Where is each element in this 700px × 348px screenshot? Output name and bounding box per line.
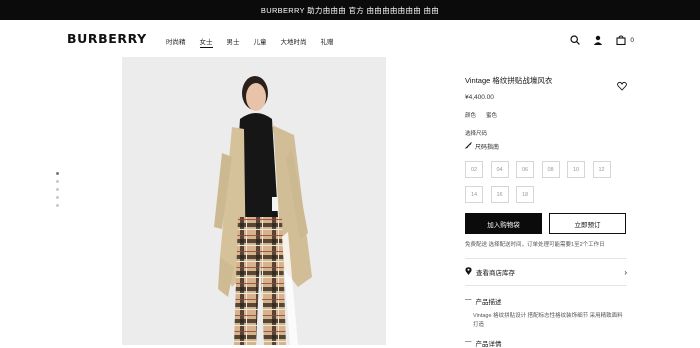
bag-icon[interactable] [615,34,627,46]
gallery-dot[interactable] [56,172,59,175]
nav-item-men[interactable]: 男士 [227,36,240,48]
size-option[interactable]: 08 [541,161,560,178]
reserve-button[interactable]: 立即预订 [549,213,626,234]
bag-count: 0 [630,36,634,44]
nav-item-trending[interactable]: 时尚精 [166,36,186,48]
main-nav: 时尚精 女士 男士 儿童 大地时尚 礼赠 [166,36,348,48]
size-label: 选择尺码 [465,131,488,137]
size-option[interactable]: 04 [490,161,509,178]
nav-item-earth[interactable]: 大地时尚 [281,36,307,48]
size-option[interactable]: 18 [516,186,534,203]
divider [465,285,627,286]
account-icon[interactable] [592,34,604,46]
site-header: BURBERRY 时尚精 女士 男士 儿童 大地时尚 礼赠 0 [0,20,700,58]
size-guide-label: 尺码指南 [475,145,500,151]
action-buttons: 加入购物袋 立即预订 [465,213,627,234]
color-row: 颜色 蜜色 [465,111,627,119]
product-panel: Vintage 格纹拼贴战壕风衣 ¥4,400.00 颜色 蜜色 选择尺码 尺码… [465,75,627,348]
nav-item-women[interactable]: 女士 [199,36,213,48]
location-pin-icon [465,267,472,277]
brand-logo[interactable]: BURBERRY [67,31,147,46]
divider [465,258,627,259]
minus-icon: — [465,296,472,303]
product-price: ¥4,400.00 [465,94,494,101]
details-title: 产品详情 [475,341,502,348]
color-value: 蜜色 [486,113,498,119]
chevron-right-icon: › [624,267,627,277]
announcement-text: BURBERRY 助力由由由 官方 由由由由由由由 由由 [260,5,440,15]
announcement-bar: BURBERRY 助力由由由 官方 由由由由由由由 由由 [0,0,700,20]
nav-item-children[interactable]: 儿童 [254,36,267,48]
store-availability-link[interactable]: 查看商店库存 › [465,267,627,277]
accordion-description[interactable]: — 产品描述 [465,296,627,306]
add-to-bag-button[interactable]: 加入购物袋 [465,213,542,234]
size-option[interactable]: 06 [516,161,534,178]
size-option[interactable]: 02 [465,161,483,178]
delivery-note: 免费配送 选择配送时间，订单处理可能需要1至2个工作日 [465,242,605,248]
gallery-dot[interactable] [56,188,59,191]
size-option[interactable]: 10 [567,161,585,178]
store-link-label: 查看商店库存 [476,270,515,277]
search-icon[interactable] [569,34,581,46]
gallery-dot[interactable] [56,204,59,207]
size-option[interactable]: 14 [465,186,483,203]
nav-item-gifts[interactable]: 礼赠 [321,36,334,48]
size-option[interactable]: 16 [490,186,509,203]
gallery-pagination [56,172,59,207]
header-icons: 0 [569,34,634,46]
minus-icon: — [465,338,472,345]
size-options: 02 04 06 08 10 12 14 16 18 [465,161,627,203]
product-image[interactable] [122,57,386,345]
accordion-details[interactable]: — 产品详情 [465,338,627,348]
description-title: 产品描述 [475,299,502,306]
heart-icon[interactable] [617,78,627,91]
product-title: Vintage 格纹拼贴战壕风衣 [465,76,553,85]
description-text: Vintage 格纹拼贴设计 搭配标志性格纹装饰细节 采用精致面料打造 [473,313,623,328]
gallery-dot[interactable] [56,196,59,199]
gallery-dot[interactable] [56,180,59,183]
size-option[interactable]: 12 [592,161,611,178]
size-guide-link[interactable]: 尺码指南 [465,142,627,151]
color-label: 颜色 [465,113,477,119]
ruler-icon [465,142,472,151]
